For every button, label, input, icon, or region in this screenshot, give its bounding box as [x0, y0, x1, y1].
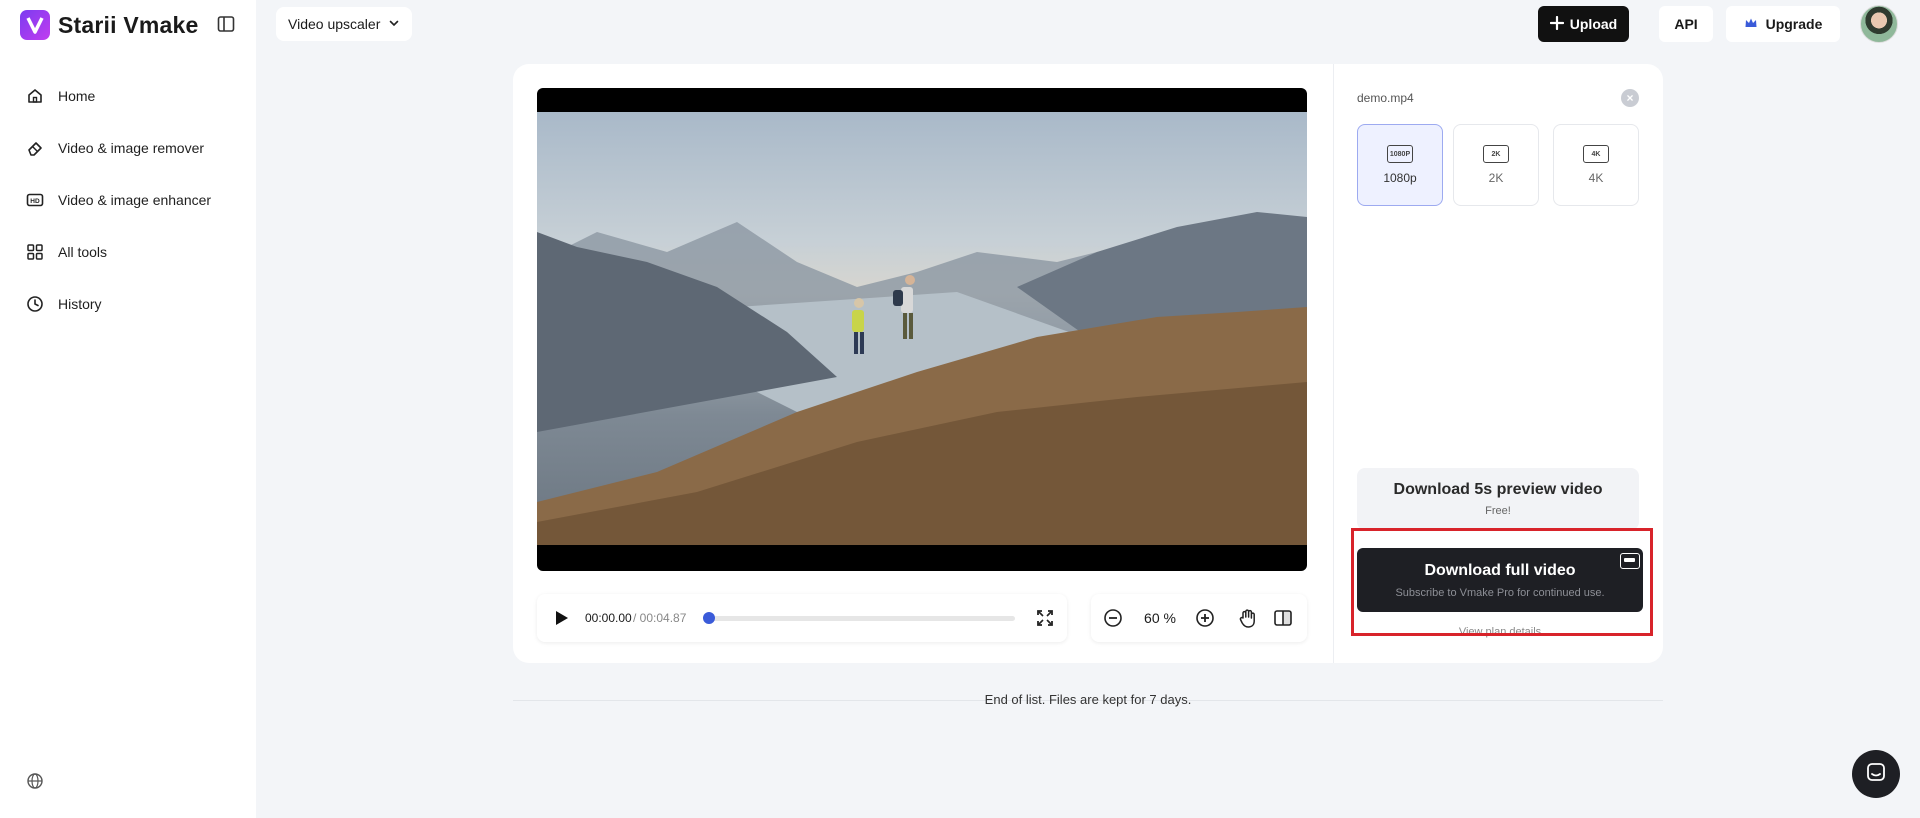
video-frame	[537, 112, 1307, 545]
sidebar-item-all-tools[interactable]: All tools	[0, 226, 256, 278]
crown-icon	[1744, 16, 1758, 33]
preview-title: Download 5s preview video	[1393, 481, 1603, 498]
vmake-logo-icon	[20, 10, 50, 40]
svg-text:HD: HD	[30, 198, 40, 205]
sidebar-item-history[interactable]: History	[0, 278, 256, 330]
panel-divider	[1333, 64, 1334, 663]
home-icon	[26, 87, 44, 105]
resolution-1080p-icon: 1080P	[1387, 145, 1413, 163]
progress-track[interactable]	[707, 616, 1015, 621]
upgrade-button[interactable]: Upgrade	[1726, 6, 1840, 42]
highlight-box	[1351, 528, 1653, 636]
brand-name: Starii Vmake	[58, 11, 199, 38]
zoom-in-icon[interactable]	[1195, 608, 1215, 628]
fullscreen-icon[interactable]	[1035, 608, 1055, 628]
resolution-label: 1080p	[1383, 171, 1417, 185]
brand-logo[interactable]: Starii Vmake	[20, 10, 198, 40]
zoom-controls: 60 %	[1091, 594, 1307, 642]
sidebar-toggle-icon[interactable]	[216, 14, 236, 34]
close-icon[interactable]: ×	[1621, 89, 1639, 107]
sidebar-item-home[interactable]: Home	[0, 70, 256, 122]
plus-icon	[1549, 15, 1564, 33]
playback-controls: 00:00.00 / 00:04.87	[537, 594, 1067, 642]
resolution-option-4k[interactable]: 4K 4K	[1553, 124, 1639, 206]
download-preview-button[interactable]: Download 5s preview video Free!	[1357, 468, 1639, 530]
zoom-level: 60 %	[1144, 610, 1176, 626]
resolution-2k-icon: 2K	[1483, 145, 1509, 163]
file-name: demo.mp4	[1357, 91, 1414, 105]
editor-card: 00:00.00 / 00:04.87 60 % demo.mp4 × 1080…	[513, 64, 1663, 663]
upload-button[interactable]: Upload	[1538, 6, 1629, 42]
mode-select[interactable]: Video upscaler	[276, 7, 413, 41]
sidebar-item-label: Video & image remover	[58, 140, 205, 156]
chat-icon	[1865, 761, 1887, 788]
mode-select-label: Video upscaler	[288, 16, 381, 32]
progress-thumb[interactable]	[703, 612, 715, 624]
upgrade-label: Upgrade	[1765, 16, 1823, 32]
total-time: / 00:04.87	[633, 611, 687, 625]
upload-label: Upload	[1569, 16, 1618, 32]
clock-icon	[26, 295, 44, 313]
resolution-4k-icon: 4K	[1583, 145, 1609, 163]
preview-subtitle: Free!	[1485, 505, 1511, 517]
current-time: 00:00.00	[585, 611, 632, 625]
eraser-icon	[26, 139, 44, 157]
resolution-label: 2K	[1488, 171, 1504, 185]
compare-split-icon[interactable]	[1273, 608, 1293, 628]
zoom-out-icon[interactable]	[1103, 608, 1123, 628]
hd-icon: HD	[26, 191, 44, 209]
chat-support-button[interactable]	[1852, 750, 1900, 798]
grid-icon	[26, 243, 44, 261]
resolution-option-1080p[interactable]: 1080P 1080p	[1357, 124, 1443, 206]
sidebar-item-label: All tools	[58, 244, 108, 260]
video-preview[interactable]	[537, 88, 1307, 571]
sidebar-item-label: Home	[58, 88, 96, 104]
sidebar-item-enhancer[interactable]: HD Video & image enhancer	[0, 174, 256, 226]
resolution-label: 4K	[1588, 171, 1604, 185]
sidebar-item-label: History	[58, 296, 102, 312]
api-button[interactable]: API	[1659, 6, 1713, 42]
sidebar-item-label: Video & image enhancer	[58, 192, 212, 208]
chevron-down-icon	[388, 16, 400, 32]
sidebar: Starii Vmake Home Video & image remover …	[0, 0, 256, 818]
user-avatar[interactable]	[1860, 5, 1898, 43]
hand-pan-icon[interactable]	[1237, 607, 1259, 629]
resolution-option-2k[interactable]: 2K 2K	[1453, 124, 1539, 206]
end-of-list-note: End of list. Files are kept for 7 days.	[984, 692, 1192, 707]
sidebar-item-remover[interactable]: Video & image remover	[0, 122, 256, 174]
play-icon[interactable]	[551, 608, 571, 628]
globe-icon[interactable]	[26, 772, 44, 790]
sidebar-nav: Home Video & image remover HD Video & im…	[0, 70, 256, 330]
api-label: API	[1674, 16, 1698, 32]
